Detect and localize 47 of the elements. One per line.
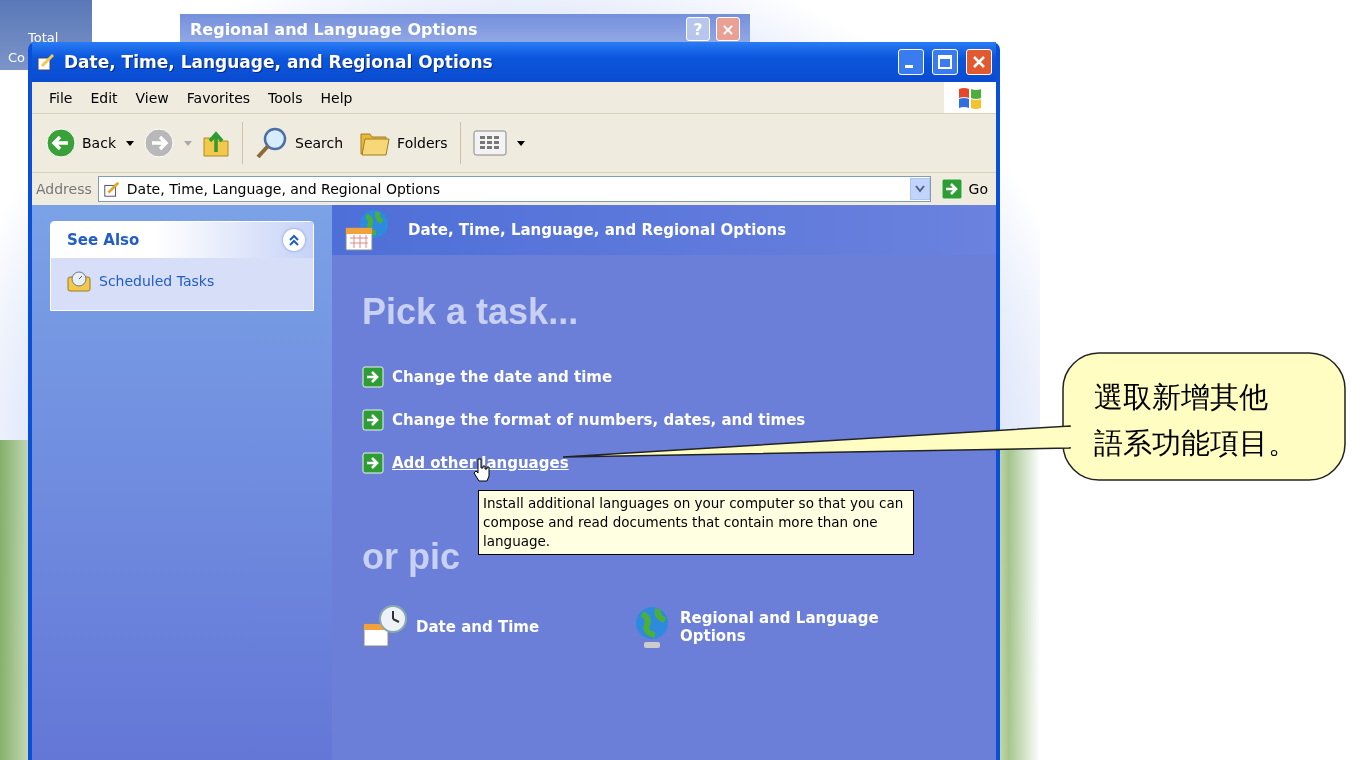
window-title: Date, Time, Language, and Regional Options: [64, 52, 494, 72]
close-button[interactable]: [966, 49, 992, 75]
desktop-icon-label[interactable]: Total: [28, 30, 59, 45]
address-field[interactable]: Date, Time, Language, and Regional Options: [97, 176, 931, 202]
section-heading: Pick a task...: [362, 291, 579, 333]
minimize-icon: [905, 64, 913, 68]
collapse-button[interactable]: [283, 229, 305, 251]
menu-item[interactable]: View: [126, 89, 178, 106]
task-link[interactable]: Change the format of numbers, dates, and times: [392, 410, 806, 429]
menu-item[interactable]: Edit: [81, 89, 127, 106]
views-grid-icon: [472, 129, 507, 157]
calendar-clock-icon: [362, 604, 408, 650]
see-also-link[interactable]: Scheduled Tasks: [99, 273, 215, 289]
caret-icon[interactable]: [126, 140, 134, 146]
search-icon: [255, 126, 289, 160]
maximize-button[interactable]: [932, 49, 958, 75]
search-button[interactable]: Search: [249, 122, 350, 164]
category-icon-label[interactable]: Date and Time: [416, 618, 616, 636]
go-button[interactable]: Go: [936, 178, 992, 200]
double-chevron-icon: [288, 234, 300, 246]
close-icon: [972, 55, 986, 69]
minimize-button[interactable]: [898, 49, 924, 75]
callout-text: 選取新增其他: [1094, 379, 1269, 416]
callout-text: 語系功能項目。: [1094, 425, 1297, 462]
panel-title: See Also: [67, 231, 140, 249]
folders-button[interactable]: Folders: [353, 124, 454, 162]
menu-item[interactable]: Favorites: [177, 89, 260, 106]
menu-item[interactable]: Tools: [259, 89, 312, 106]
dropdown-button[interactable]: [909, 178, 930, 200]
chevron-down-icon: [914, 185, 925, 193]
background-window-title: Regional and Language Options: [190, 19, 479, 39]
address-label: Address: [36, 181, 92, 197]
category-title: Date, Time, Language, and Regional Options: [408, 221, 787, 239]
section-heading: or pic: [362, 536, 460, 578]
window-icon: [36, 52, 56, 72]
back-button[interactable]: Back: [40, 124, 122, 162]
windows-flag-icon: [957, 85, 983, 110]
caret-icon[interactable]: [516, 140, 525, 146]
control-panel-icon: [102, 180, 121, 198]
maximize-icon: [938, 55, 952, 69]
task-link[interactable]: Change the date and time: [392, 367, 613, 386]
menu-item[interactable]: File: [40, 89, 82, 106]
category-icon-label[interactable]: Regional and Language Options: [680, 609, 880, 645]
calendar-clock-icon: [67, 270, 91, 292]
menu-item[interactable]: Help: [311, 89, 362, 106]
task-link[interactable]: Add other languages: [392, 453, 569, 472]
tooltip: Install additional languages on your computer so that you can compose and read documents that contain more than one language.: [478, 490, 914, 555]
